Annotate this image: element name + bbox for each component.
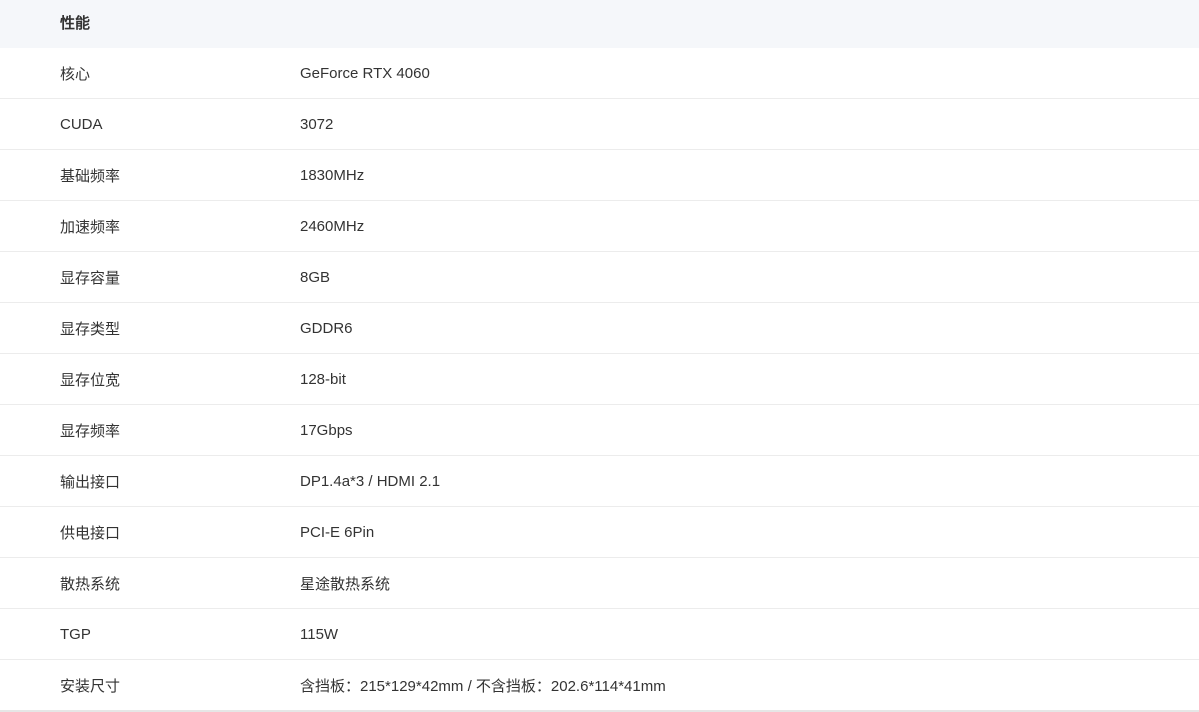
section-title: 性能 xyxy=(60,15,91,32)
spec-label: 供电接口 xyxy=(60,524,121,542)
spec-row-outputs: 输出接口 DP1.4a*3 / HDMI 2.1 xyxy=(0,456,1199,507)
spec-row-memory-speed: 显存频率 17Gbps xyxy=(0,405,1199,456)
spec-label: 显存容量 xyxy=(60,269,121,287)
spec-row-tgp: TGP 115W xyxy=(0,609,1199,660)
spec-value: 1830MHz xyxy=(300,166,365,184)
spec-value: 17Gbps xyxy=(300,421,353,439)
spec-row-dimensions: 安装尺寸 含挡板：215*129*42mm / 不含挡板：202.6*114*4… xyxy=(0,660,1199,712)
spec-value: 2460MHz xyxy=(300,217,365,235)
spec-value: GeForce RTX 4060 xyxy=(300,64,430,82)
spec-row-memory-type: 显存类型 GDDR6 xyxy=(0,303,1199,354)
spec-label: 显存位宽 xyxy=(60,371,121,389)
spec-value: GDDR6 xyxy=(300,319,353,337)
spec-value: 含挡板：215*129*42mm / 不含挡板：202.6*114*41mm xyxy=(300,677,666,695)
spec-label: 输出接口 xyxy=(60,473,121,491)
spec-row-memory-size: 显存容量 8GB xyxy=(0,252,1199,303)
spec-label: 显存类型 xyxy=(60,320,121,338)
spec-label: 显存频率 xyxy=(60,422,121,440)
spec-label: 散热系统 xyxy=(60,575,121,593)
section-header: 性能 xyxy=(0,0,1199,48)
spec-row-memory-bus: 显存位宽 128-bit xyxy=(0,354,1199,405)
spec-row-power-connector: 供电接口 PCI-E 6Pin xyxy=(0,507,1199,558)
spec-table: 性能 核心 GeForce RTX 4060 CUDA 3072 基础频率 18… xyxy=(0,0,1199,712)
spec-row-boost-clock: 加速频率 2460MHz xyxy=(0,201,1199,252)
spec-label: 加速频率 xyxy=(60,218,121,236)
spec-label: 基础频率 xyxy=(60,167,121,185)
spec-label: 安装尺寸 xyxy=(60,677,121,695)
spec-value: 8GB xyxy=(300,268,331,286)
spec-value: 115W xyxy=(300,625,339,643)
spec-value: 128-bit xyxy=(300,370,346,388)
spec-value: 星途散热系统 xyxy=(300,575,391,593)
spec-row-core: 核心 GeForce RTX 4060 xyxy=(0,48,1199,99)
spec-row-cooling: 散热系统 星途散热系统 xyxy=(0,558,1199,609)
spec-value: 3072 xyxy=(300,115,334,133)
spec-value: DP1.4a*3 / HDMI 2.1 xyxy=(300,472,441,490)
spec-label: TGP xyxy=(60,625,91,643)
spec-label: CUDA xyxy=(60,115,103,133)
spec-row-base-clock: 基础频率 1830MHz xyxy=(0,150,1199,201)
spec-label: 核心 xyxy=(60,65,91,83)
spec-row-cuda: CUDA 3072 xyxy=(0,99,1199,150)
spec-value: PCI-E 6Pin xyxy=(300,523,375,541)
